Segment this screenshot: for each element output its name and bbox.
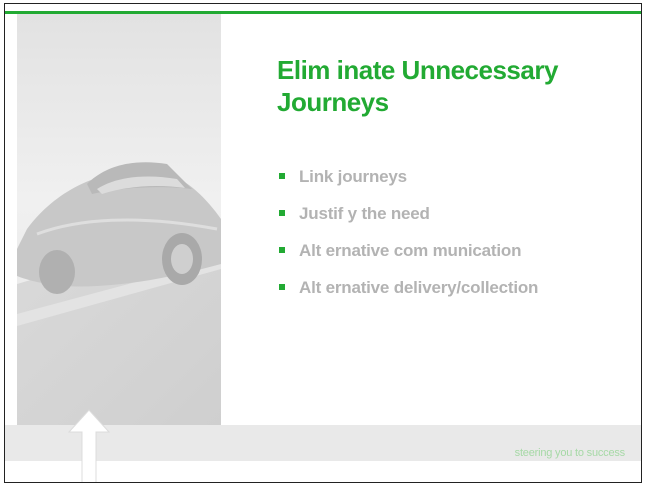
slide: steering you to success Elim inate Unnec…	[4, 3, 642, 483]
up-arrow-icon	[65, 408, 113, 482]
tagline: steering you to success	[514, 447, 626, 459]
bullet-text: Alt ernative com munication	[299, 241, 522, 260]
bullet-text: Alt ernative delivery/collection	[299, 278, 539, 297]
square-bullet-icon	[279, 173, 285, 179]
bullet-text: Justif y the need	[299, 204, 430, 223]
bullet-item: Link journeys	[279, 167, 538, 204]
title-line-1: Elim inate Unnecessary	[277, 55, 558, 85]
car-photo	[17, 14, 221, 426]
bullet-item: Alt ernative com munication	[279, 241, 538, 278]
title-line-2: Journeys	[277, 87, 389, 117]
square-bullet-icon	[279, 210, 285, 216]
bullet-item: Justif y the need	[279, 204, 538, 241]
slide-title: Elim inate Unnecessary Journeys	[277, 54, 617, 118]
bullet-text: Link journeys	[299, 167, 407, 186]
square-bullet-icon	[279, 247, 285, 253]
bullet-item: Alt ernative delivery/collection	[279, 278, 538, 315]
square-bullet-icon	[279, 284, 285, 290]
bullet-list: Link journeys Justif y the need Alt erna…	[279, 167, 538, 315]
